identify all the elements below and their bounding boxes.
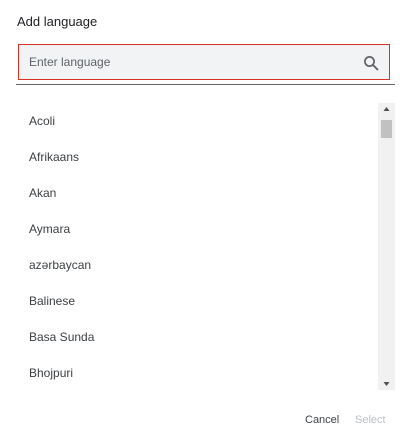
list-item[interactable]: Acoli bbox=[16, 103, 376, 139]
search-icon[interactable] bbox=[363, 55, 379, 71]
list-item[interactable]: azərbaycan bbox=[16, 247, 376, 283]
search-underline bbox=[16, 84, 395, 85]
list-scrollbar[interactable] bbox=[378, 103, 395, 390]
list-item[interactable]: Afrikaans bbox=[16, 139, 376, 175]
search-input[interactable] bbox=[29, 45, 349, 79]
language-list: Acoli Afrikaans Akan Aymara azərbaycan B… bbox=[16, 103, 376, 390]
list-item[interactable]: Aymara bbox=[16, 211, 376, 247]
list-item[interactable]: Akan bbox=[16, 175, 376, 211]
scroll-up-arrow-icon[interactable] bbox=[378, 103, 395, 117]
add-language-dialog: Add language Acoli Afrikaans Akan Aymara… bbox=[0, 0, 411, 445]
list-item[interactable]: Balinese bbox=[16, 283, 376, 319]
dialog-title: Add language bbox=[17, 14, 98, 29]
list-item[interactable]: Basa Sunda bbox=[16, 319, 376, 355]
scroll-thumb[interactable] bbox=[381, 120, 392, 138]
scroll-down-arrow-icon[interactable] bbox=[378, 376, 395, 390]
list-item[interactable]: Bhojpuri bbox=[16, 355, 376, 390]
cancel-button[interactable]: Cancel bbox=[305, 410, 339, 430]
select-button[interactable]: Select bbox=[355, 410, 386, 430]
search-box[interactable] bbox=[18, 44, 390, 80]
